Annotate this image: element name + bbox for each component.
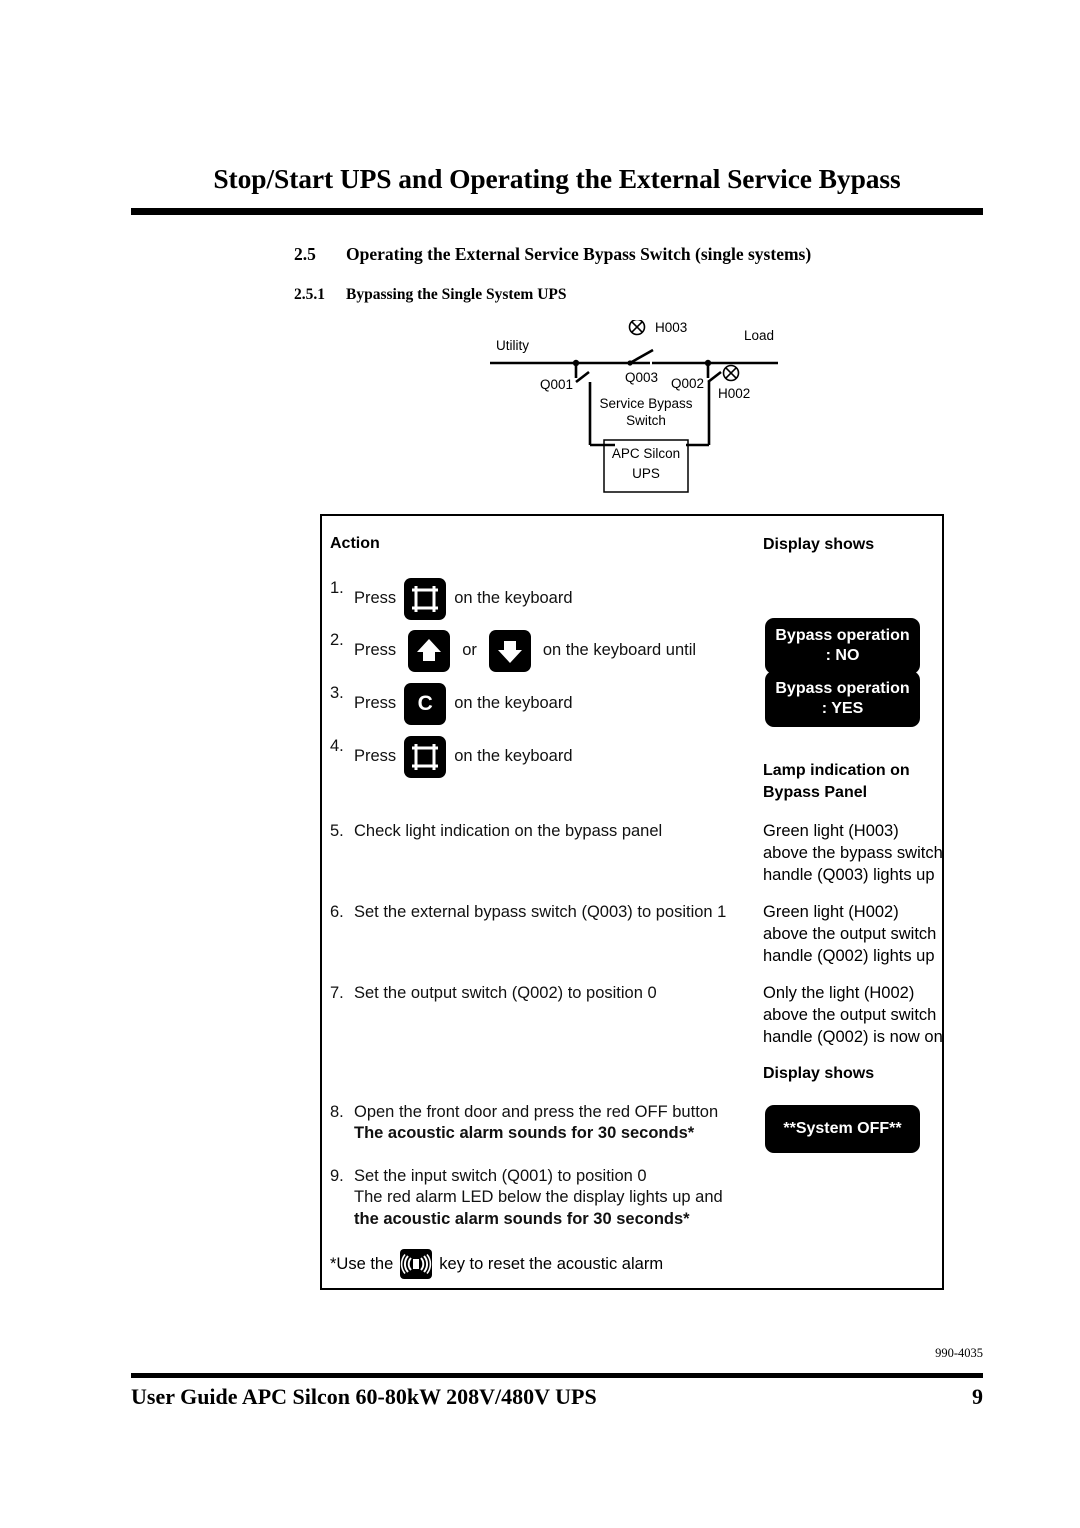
diagram-label-q001: Q001 bbox=[540, 377, 574, 392]
lamp-header-line-1: Lamp indication on bbox=[763, 762, 910, 779]
result-line: handle (Q002) is now on bbox=[763, 1027, 943, 1046]
diagram-label-switch: Switch bbox=[626, 413, 666, 428]
c-key-icon[interactable]: C bbox=[404, 683, 447, 725]
table-row-step-3: 3. Press C on the keyboard bbox=[330, 683, 573, 725]
arrow-down-key-icon[interactable] bbox=[488, 630, 531, 672]
lcd-line-1: Bypass operation bbox=[775, 627, 910, 644]
step-number: 1. bbox=[330, 579, 344, 597]
table-row-step-8: 8. Open the front door and press the red… bbox=[330, 1102, 718, 1145]
step-number: 2. bbox=[330, 631, 344, 649]
diagram-label-h002: H002 bbox=[718, 386, 751, 401]
step-lead-text: Press bbox=[354, 641, 397, 660]
result-step-6: Green light (H002) above the output swit… bbox=[763, 902, 948, 968]
step-text: Open the front door and press the red OF… bbox=[354, 1103, 719, 1121]
diagram-label-h003: H003 bbox=[655, 320, 688, 335]
step-trail-text: on the keyboard bbox=[454, 694, 573, 713]
lcd-line-2: : NO bbox=[825, 647, 860, 664]
display-frame-key-icon[interactable] bbox=[404, 578, 447, 620]
diagram-label-ups: UPS bbox=[632, 466, 660, 481]
header-rule bbox=[131, 208, 983, 215]
section-number: 2.5 bbox=[294, 244, 316, 264]
step-lead-text: Press bbox=[354, 747, 397, 766]
page-title: Stop/Start UPS and Operating the Externa… bbox=[213, 163, 901, 194]
step-text: Check light indication on the bypass pan… bbox=[354, 822, 663, 840]
step-bold-note: The acoustic alarm sounds for 30 seconds… bbox=[354, 1124, 695, 1143]
diagram-label-ups-brand: APC Silcon bbox=[611, 446, 681, 461]
result-line: above the output switch bbox=[763, 924, 937, 943]
result-line: Green light (H003) bbox=[763, 822, 899, 840]
column-subheader-display-shows-2: Display shows bbox=[763, 1065, 875, 1082]
column-header-action: Action bbox=[330, 535, 380, 552]
lcd-line-1: Bypass operation bbox=[775, 680, 910, 697]
table-row-step-4: 4. Press on the keyboard bbox=[330, 736, 573, 778]
table-row-step-6: 6. Set the external bypass switch (Q003)… bbox=[330, 902, 726, 923]
diagram-label-q003: Q003 bbox=[625, 370, 659, 385]
step-text: Set the input switch (Q001) to position … bbox=[354, 1167, 647, 1185]
table-row-step-5: 5. Check light indication on the bypass … bbox=[330, 821, 662, 842]
table-row-step-1: 1. Press on the keyboard bbox=[330, 578, 573, 620]
step-bold-note: the acoustic alarm sounds for 30 seconds… bbox=[354, 1209, 690, 1228]
step-trail-text: on the keyboard bbox=[454, 747, 573, 766]
table-row-step-7: 7. Set the output switch (Q002) to posit… bbox=[330, 983, 657, 1004]
lcd-panel-bypass-no: Bypass operation : NO bbox=[765, 618, 920, 674]
step-number: 6. bbox=[330, 903, 344, 921]
display-frame-key-icon[interactable] bbox=[404, 736, 447, 778]
footer-page-number: 9 bbox=[972, 1384, 983, 1409]
arrow-up-key-icon[interactable] bbox=[408, 630, 451, 672]
table-row-step-2: 2. Press or on the keyboard until bbox=[330, 630, 696, 672]
step-lead-text: Press bbox=[354, 589, 397, 608]
bypass-circuit-diagram: Utility Load H003 Q001 Q003 Q002 H002 Se… bbox=[480, 320, 810, 515]
result-line: Only the light (H002) bbox=[763, 984, 915, 1002]
step-trail-text: on the keyboard until bbox=[542, 641, 697, 660]
footer-guide-title: User Guide APC Silcon 60-80kW 208V/480V … bbox=[131, 1384, 597, 1409]
result-line: above the bypass switch bbox=[763, 843, 943, 862]
lcd-line-2: : YES bbox=[821, 700, 864, 717]
diagram-label-utility: Utility bbox=[496, 338, 529, 353]
diagram-label-load: Load bbox=[744, 328, 775, 343]
result-line: handle (Q002) lights up bbox=[763, 946, 935, 965]
c-key-label: C bbox=[417, 692, 433, 716]
step-number: 5. bbox=[330, 822, 344, 840]
step-text-secondary: The red alarm LED below the display ligh… bbox=[354, 1188, 723, 1207]
lcd-line-1: **System OFF** bbox=[783, 1120, 902, 1137]
diagram-label-q002: Q002 bbox=[671, 376, 705, 391]
section-title: Operating the External Service Bypass Sw… bbox=[346, 244, 812, 264]
step-number: 3. bbox=[330, 684, 344, 702]
step-number: 9. bbox=[330, 1167, 344, 1185]
step-conjunction: or bbox=[462, 641, 477, 660]
step-lead-text: Press bbox=[354, 694, 397, 713]
step-trail-text: on the keyboard bbox=[454, 589, 573, 608]
step-number: 4. bbox=[330, 737, 344, 755]
step-number: 8. bbox=[330, 1103, 344, 1121]
footer-rule bbox=[131, 1373, 983, 1378]
column-subheader-lamp-indication: Lamp indication on Bypass Panel bbox=[763, 760, 943, 803]
subsection-heading-2-5-1: 2.5.1 Bypassing the Single System UPS bbox=[294, 286, 566, 304]
lamp-header-line-2: Bypass Panel bbox=[763, 783, 868, 801]
acoustic-alarm-key-icon[interactable] bbox=[400, 1249, 433, 1279]
lcd-panel-system-off: **System OFF** bbox=[765, 1105, 920, 1153]
footnote-text-before: *Use the bbox=[330, 1254, 394, 1273]
table-row-step-9: 9. Set the input switch (Q001) to positi… bbox=[330, 1166, 723, 1230]
lcd-panel-bypass-yes: Bypass operation : YES bbox=[765, 671, 920, 727]
step-number: 7. bbox=[330, 984, 344, 1002]
subsection-number: 2.5.1 bbox=[294, 286, 325, 303]
step-text: Set the external bypass switch (Q003) to… bbox=[354, 903, 727, 921]
column-header-display-shows: Display shows bbox=[763, 536, 875, 553]
result-line: handle (Q003) lights up bbox=[763, 865, 935, 884]
result-line: Green light (H002) bbox=[763, 903, 899, 921]
step-text: Set the output switch (Q002) to position… bbox=[354, 984, 657, 1002]
acoustic-alarm-footnote: *Use the key to reset the acoustic alarm bbox=[330, 1249, 663, 1279]
result-line: above the output switch bbox=[763, 1005, 937, 1024]
document-code: 990-4035 bbox=[935, 1346, 983, 1360]
result-step-5: Green light (H003) above the bypass swit… bbox=[763, 821, 948, 887]
result-step-7: Only the light (H002) above the output s… bbox=[763, 983, 948, 1049]
footnote-text-after: key to reset the acoustic alarm bbox=[439, 1254, 664, 1273]
section-heading-2-5: 2.5 Operating the External Service Bypass… bbox=[294, 244, 811, 265]
diagram-label-service-bypass: Service Bypass bbox=[599, 396, 693, 411]
subsection-title: Bypassing the Single System UPS bbox=[346, 286, 567, 303]
